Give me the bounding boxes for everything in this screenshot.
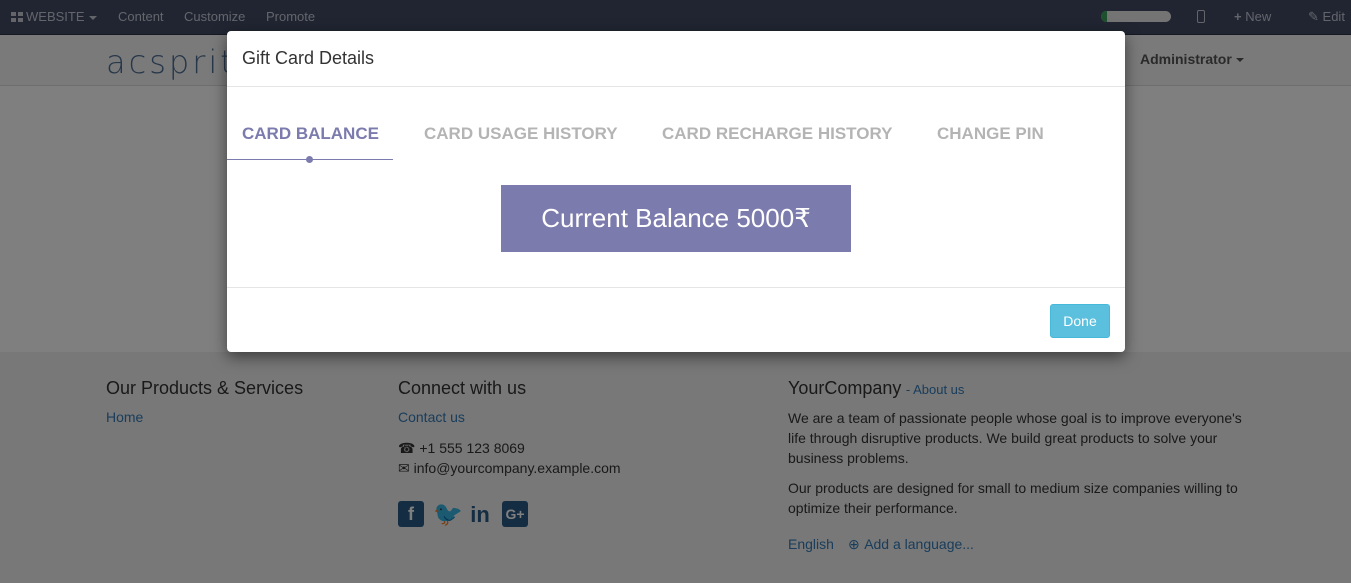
tab-card-balance[interactable]: CARD BALANCE bbox=[242, 124, 379, 144]
tab-card-usage-history[interactable]: CARD USAGE HISTORY bbox=[424, 124, 618, 144]
tab-change-pin[interactable]: CHANGE PIN bbox=[937, 124, 1044, 144]
tab-card-recharge-history[interactable]: CARD RECHARGE HISTORY bbox=[662, 124, 892, 144]
done-button[interactable]: Done bbox=[1050, 304, 1110, 338]
modal-header: Gift Card Details bbox=[227, 31, 1125, 87]
gift-card-modal: Gift Card Details CARD BALANCE CARD USAG… bbox=[227, 31, 1125, 352]
modal-footer: Done bbox=[227, 287, 1125, 353]
tab-bar: CARD BALANCE CARD USAGE HISTORY CARD REC… bbox=[227, 116, 1125, 163]
current-balance-display: Current Balance 5000₹ bbox=[501, 185, 851, 252]
active-tab-indicator bbox=[306, 156, 313, 163]
modal-title: Gift Card Details bbox=[242, 48, 375, 68]
